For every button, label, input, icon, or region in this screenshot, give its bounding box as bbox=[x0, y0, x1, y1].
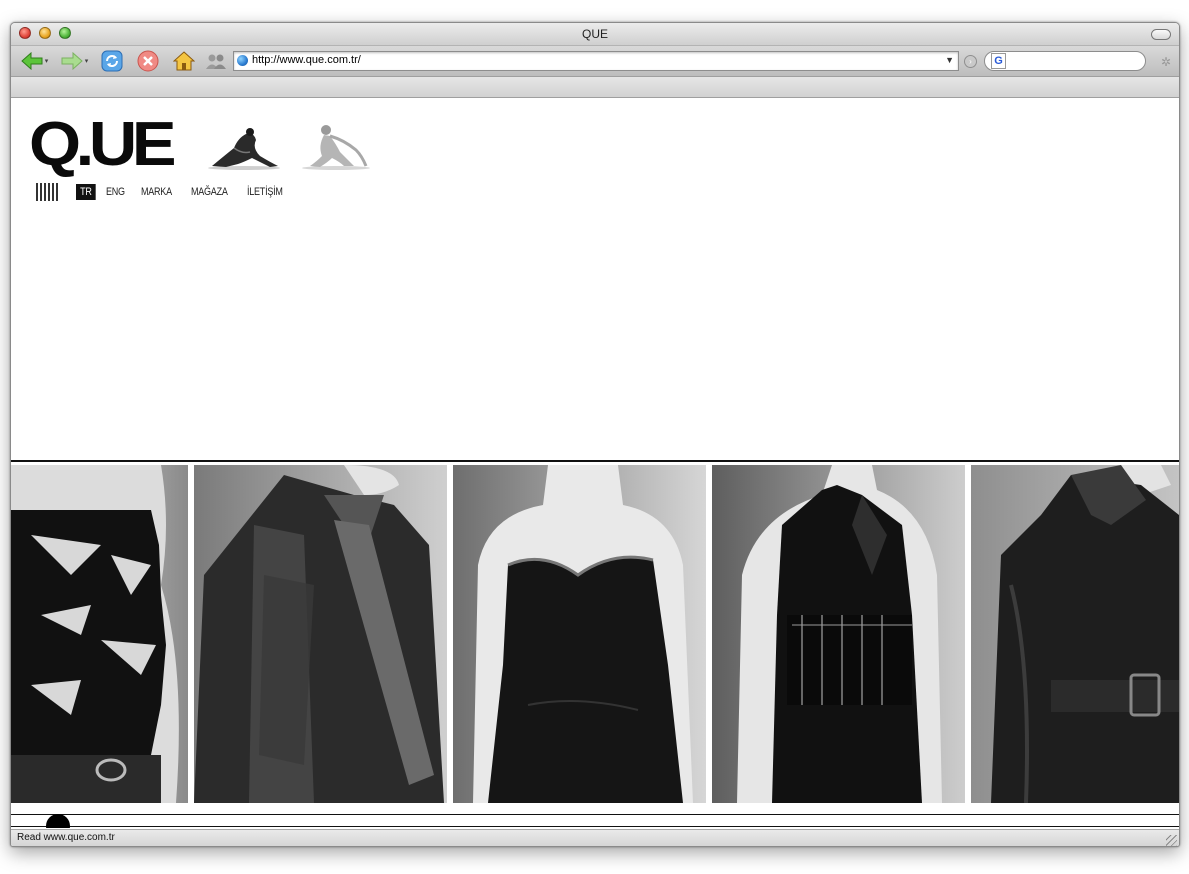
site-logo[interactable]: Q.UE bbox=[29, 110, 177, 180]
barcode-icon bbox=[36, 183, 58, 201]
site-navigation: TR ENG MARKA MAĞAZA İLETİŞİM bbox=[36, 183, 303, 201]
url-history-dropdown-icon[interactable]: ▼ bbox=[945, 55, 954, 65]
gallery-photo-3[interactable] bbox=[453, 465, 706, 803]
go-button-icon[interactable]: › bbox=[964, 55, 977, 68]
reload-icon bbox=[101, 50, 123, 72]
stop-icon bbox=[137, 50, 159, 72]
bookmarks-bar bbox=[11, 77, 1179, 98]
gallery-photo-1[interactable] bbox=[11, 465, 188, 803]
stop-button[interactable] bbox=[135, 50, 161, 72]
search-input[interactable]: G bbox=[984, 51, 1146, 71]
google-search-icon[interactable]: G bbox=[991, 53, 1006, 69]
nav-item-iletisim[interactable]: İLETİŞİM bbox=[247, 186, 283, 198]
reclining-figure-image[interactable] bbox=[204, 126, 284, 172]
title-bar: QUE bbox=[11, 23, 1179, 46]
fashion-gallery bbox=[11, 465, 1179, 803]
loading-spinner-icon: ✲ bbox=[1160, 55, 1171, 69]
toolbar-toggle-button[interactable] bbox=[1151, 29, 1171, 40]
gallery-photo-5[interactable] bbox=[971, 465, 1179, 803]
resize-grip-icon[interactable] bbox=[1166, 835, 1177, 846]
nav-item-magaza[interactable]: MAĞAZA bbox=[191, 186, 228, 198]
status-bar: Read www.que.com.tr bbox=[11, 829, 1179, 846]
status-text: Read www.que.com.tr bbox=[17, 832, 115, 843]
page-content: Q.UE TR ENG MARKA MAĞAZA İLETİŞİM bbox=[11, 98, 1179, 828]
back-arrow-icon bbox=[20, 52, 43, 70]
nav-item-marka[interactable]: MARKA bbox=[141, 186, 172, 198]
timeline-rule-bottom bbox=[11, 826, 1179, 827]
site-globe-icon bbox=[237, 55, 248, 66]
home-icon bbox=[173, 51, 195, 71]
home-button[interactable] bbox=[171, 50, 197, 72]
people-icon bbox=[206, 54, 226, 69]
forward-arrow-icon bbox=[61, 52, 83, 70]
browser-window: QUE ▾ ▾ http://www.que.com.tr/ ▼ › G ✲ Q… bbox=[10, 22, 1180, 847]
gallery-scroll-handle[interactable] bbox=[46, 814, 70, 828]
people-button[interactable] bbox=[203, 50, 229, 72]
timeline-rule-top bbox=[11, 814, 1179, 815]
address-bar[interactable]: http://www.que.com.tr/ ▼ bbox=[233, 51, 959, 71]
nav-item-tr[interactable]: TR bbox=[76, 184, 96, 200]
kneeling-figure-image[interactable] bbox=[296, 122, 376, 172]
nav-item-eng[interactable]: ENG bbox=[106, 186, 125, 198]
back-button[interactable]: ▾ bbox=[17, 50, 51, 72]
url-text: http://www.que.com.tr/ bbox=[252, 54, 361, 66]
window-title: QUE bbox=[581, 27, 608, 41]
reload-button[interactable] bbox=[99, 50, 125, 72]
gallery-photo-4[interactable] bbox=[712, 465, 965, 803]
forward-button[interactable]: ▾ bbox=[57, 50, 91, 72]
gallery-photo-2[interactable] bbox=[194, 465, 447, 803]
browser-toolbar: ▾ ▾ http://www.que.com.tr/ ▼ › G ✲ bbox=[11, 46, 1179, 77]
gallery-top-rule bbox=[11, 460, 1179, 462]
